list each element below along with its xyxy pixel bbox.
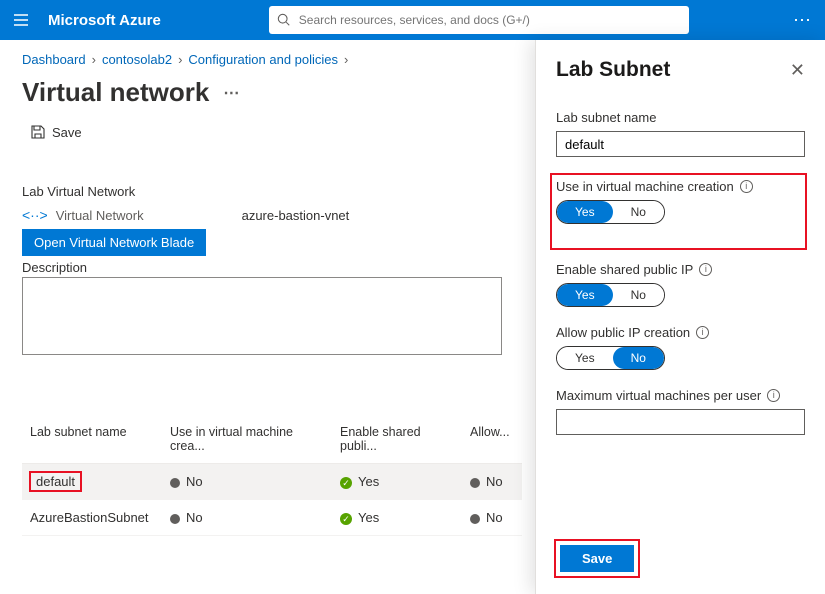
allow-public-yes[interactable]: Yes — [557, 347, 613, 369]
info-icon[interactable]: i — [696, 326, 709, 339]
info-icon[interactable]: i — [767, 389, 780, 402]
status-dot-icon — [470, 478, 480, 488]
th-shared-ip[interactable]: Enable shared publi... — [332, 415, 462, 463]
overflow-menu-icon[interactable]: ⋯ — [793, 10, 813, 31]
panel-save-button[interactable]: Save — [560, 545, 634, 572]
open-vnet-blade-button[interactable]: Open Virtual Network Blade — [22, 229, 206, 256]
chevron-right-icon: › — [92, 52, 96, 67]
use-vm-creation-group: Use in virtual machine creation i Yes No — [552, 175, 805, 248]
status-dot-icon — [470, 514, 480, 524]
status-check-icon: ✓ — [340, 477, 352, 489]
global-search[interactable] — [269, 6, 689, 34]
allow-public-no[interactable]: No — [613, 347, 664, 369]
table-row[interactable]: default No ✓Yes No — [22, 464, 522, 500]
chevron-right-icon: › — [178, 52, 182, 67]
status-dot-icon — [170, 478, 180, 488]
cell-allow: No — [462, 464, 522, 499]
save-icon — [30, 124, 46, 140]
max-vm-input[interactable] — [556, 409, 805, 435]
enable-shared-no[interactable]: No — [613, 284, 664, 306]
cell-use-vm: No — [162, 500, 332, 535]
vnet-label: Virtual Network — [56, 208, 144, 223]
use-vm-yes[interactable]: Yes — [557, 201, 613, 223]
info-icon[interactable]: i — [699, 263, 712, 276]
status-check-icon: ✓ — [340, 513, 352, 525]
th-use-vm[interactable]: Use in virtual machine crea... — [162, 415, 332, 463]
hamburger-menu-icon[interactable] — [12, 11, 30, 29]
cell-use-vm: No — [162, 464, 332, 499]
close-icon[interactable]: ✕ — [790, 60, 805, 81]
max-vm-label: Maximum virtual machines per user i — [556, 388, 805, 403]
allow-public-label: Allow public IP creation i — [556, 325, 805, 340]
enable-shared-label: Enable shared public IP i — [556, 262, 805, 277]
panel-title: Lab Subnet — [556, 58, 670, 82]
subnet-name-label: Lab subnet name — [556, 110, 805, 125]
cell-subnet-name: AzureBastionSubnet — [22, 500, 162, 535]
subnet-table: Lab subnet name Use in virtual machine c… — [22, 415, 522, 536]
enable-shared-yes[interactable]: Yes — [557, 284, 613, 306]
table-row[interactable]: AzureBastionSubnet No ✓Yes No — [22, 500, 522, 536]
info-icon[interactable]: i — [740, 180, 753, 193]
vnet-value: azure-bastion-vnet — [242, 208, 350, 223]
breadcrumb-config-policies[interactable]: Configuration and policies — [188, 52, 338, 67]
subnet-name-input[interactable] — [556, 131, 805, 157]
table-header: Lab subnet name Use in virtual machine c… — [22, 415, 522, 464]
use-vm-label: Use in virtual machine creation i — [556, 179, 799, 194]
description-textarea[interactable] — [22, 277, 502, 355]
cell-allow: No — [462, 500, 522, 535]
panel-save-wrap: Save — [556, 541, 638, 576]
breadcrumb-dashboard[interactable]: Dashboard — [22, 52, 86, 67]
lab-subnet-panel: Lab Subnet ✕ Lab subnet name Use in virt… — [535, 40, 825, 594]
title-overflow-icon[interactable]: ⋯ — [223, 83, 240, 103]
cell-shared-ip: ✓Yes — [332, 464, 462, 499]
use-vm-no[interactable]: No — [613, 201, 664, 223]
status-dot-icon — [170, 514, 180, 524]
cell-subnet-name: default — [30, 472, 81, 491]
search-input[interactable] — [299, 13, 681, 27]
enable-shared-toggle[interactable]: Yes No — [556, 283, 665, 307]
th-allow[interactable]: Allow... — [462, 415, 522, 463]
chevron-right-icon: › — [344, 52, 348, 67]
allow-public-toggle[interactable]: Yes No — [556, 346, 665, 370]
use-vm-toggle[interactable]: Yes No — [556, 200, 665, 224]
page-title-text: Virtual network — [22, 77, 209, 108]
brand-label: Microsoft Azure — [48, 12, 161, 29]
top-bar: Microsoft Azure ⋯ — [0, 0, 825, 40]
save-button[interactable]: Save — [22, 120, 90, 144]
th-subnet-name[interactable]: Lab subnet name — [22, 415, 162, 463]
breadcrumb-contosolab2[interactable]: contosolab2 — [102, 52, 172, 67]
search-icon — [277, 13, 291, 27]
save-button-label: Save — [52, 125, 82, 140]
cell-shared-ip: ✓Yes — [332, 500, 462, 535]
vnet-icon: <··> — [22, 207, 48, 223]
